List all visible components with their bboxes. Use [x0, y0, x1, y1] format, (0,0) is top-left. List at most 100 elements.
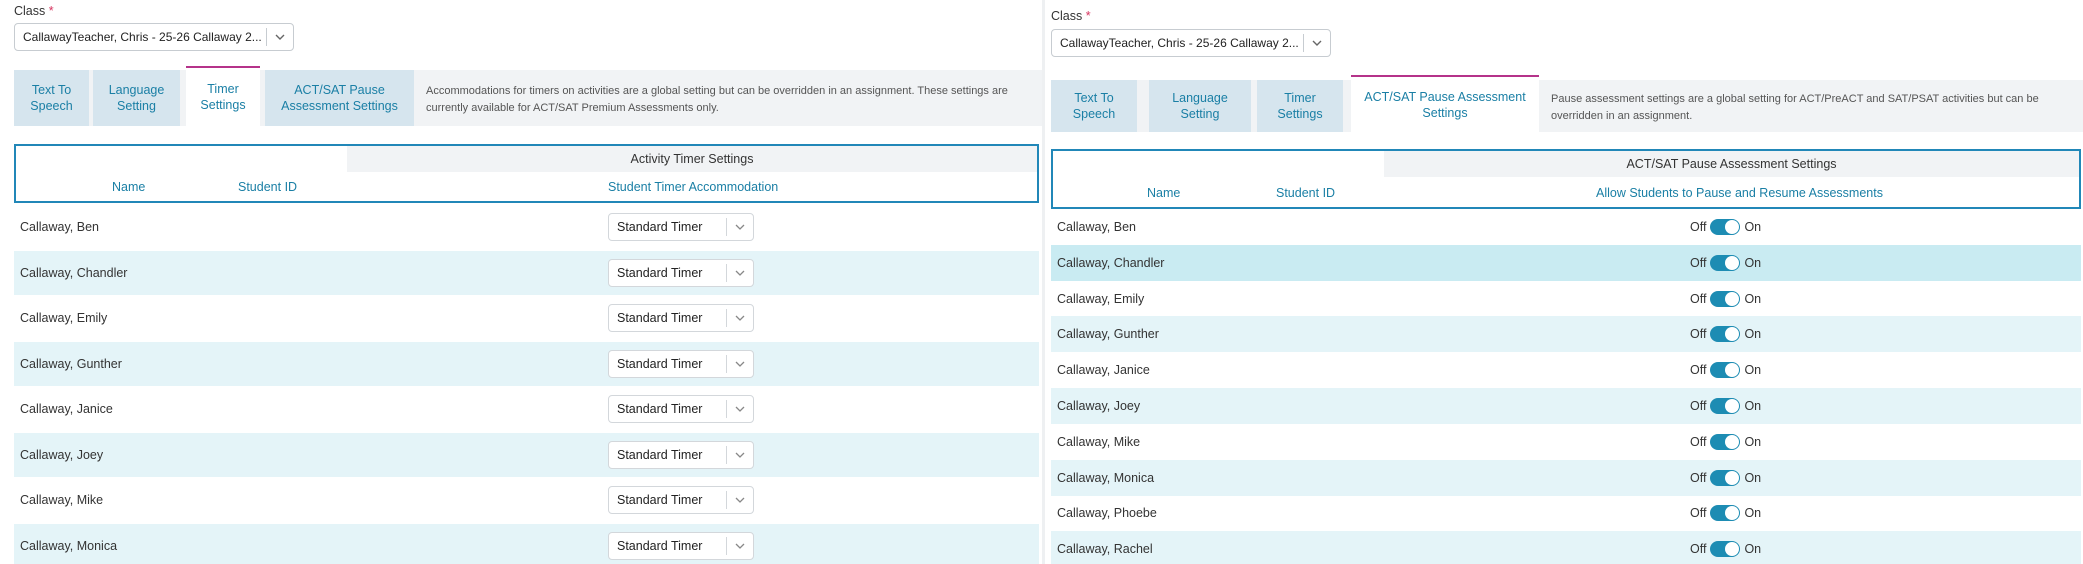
pause-resume-toggle[interactable]	[1710, 326, 1741, 343]
student-name: Callaway, Phoebe	[1057, 506, 1157, 521]
tab-text-to-speech[interactable]: Text To Speech	[14, 70, 89, 126]
tab-language-setting[interactable]: Language Setting	[1149, 80, 1251, 132]
timer-accommodation-select[interactable]: Standard Timer	[608, 395, 754, 423]
chevron-down-icon[interactable]	[727, 497, 753, 503]
student-name: Callaway, Joey	[20, 447, 104, 462]
pause-toggle-group: Off On	[1690, 290, 1761, 307]
on-label: On	[1744, 255, 1762, 270]
timer-select-value: Standard Timer	[617, 447, 703, 462]
group-header: ACT/SAT Pause Assessment Settings	[1384, 151, 2079, 177]
tab-act-sat-pause[interactable]: ACT/SAT Pause Assessment Settings	[1351, 75, 1539, 132]
table-row: Callaway, Mike Standard Timer	[14, 478, 1039, 522]
student-name: Callaway, Mike	[1057, 434, 1141, 449]
on-label: On	[1744, 363, 1762, 378]
chevron-down-icon[interactable]	[727, 452, 753, 458]
column-header-name[interactable]: Name	[112, 180, 145, 194]
pause-toggle-group: Off On	[1690, 398, 1761, 414]
pause-toggle-group: Off On	[1690, 469, 1762, 486]
table-row: Callaway, Monica Standard Timer	[14, 523, 1039, 564]
column-header-pause: Allow Students to Pause and Resume Asses…	[1596, 186, 1883, 200]
column-header-student-id[interactable]: Student ID	[238, 180, 297, 194]
table-row: Callaway, Janice Standard Timer	[14, 387, 1039, 431]
pause-toggle-group: Off On	[1690, 219, 1761, 235]
chevron-down-icon[interactable]	[1304, 40, 1330, 46]
timer-settings-panel: Class * CallawayTeacher, Chris - 25-26 C…	[0, 0, 1042, 564]
toggle-knob	[1725, 220, 1740, 234]
chevron-down-icon[interactable]	[727, 224, 753, 230]
pause-toggle-group: Off On	[1690, 362, 1762, 379]
pause-resume-toggle[interactable]	[1710, 505, 1741, 522]
pause-toggle-group: Off On	[1690, 541, 1762, 558]
off-label: Off	[1690, 220, 1707, 234]
settings-tabbar: Text To Speech Language Setting Timer Se…	[1051, 75, 2083, 132]
off-label: Off	[1690, 434, 1707, 449]
off-label: Off	[1690, 291, 1707, 306]
tab-language-setting[interactable]: Language Setting	[93, 70, 180, 126]
student-name: Callaway, Monica	[20, 538, 118, 553]
class-label: Class *	[1051, 9, 1091, 23]
table-row: Callaway, Emily Standard Timer	[14, 296, 1039, 340]
on-label: On	[1744, 470, 1762, 485]
pause-resume-toggle[interactable]	[1710, 433, 1741, 450]
tab-timer-settings[interactable]: Timer Settings	[1257, 80, 1343, 132]
required-mark: *	[1085, 9, 1091, 23]
student-name: Callaway, Gunther	[1057, 327, 1159, 342]
class-select-value: CallawayTeacher, Chris - 25-26 Callaway …	[23, 30, 262, 44]
pause-settings-panel: Class * CallawayTeacher, Chris - 25-26 C…	[1045, 0, 2083, 564]
class-select[interactable]: CallawayTeacher, Chris - 25-26 Callaway …	[14, 23, 294, 51]
table-row: Callaway, Chandler Standard Timer	[14, 250, 1039, 295]
pause-toggle-group: Off On	[1690, 505, 1762, 522]
timer-select-value: Standard Timer	[617, 311, 703, 325]
student-name: Callaway, Janice	[20, 402, 113, 416]
on-label: On	[1744, 542, 1762, 557]
timer-accommodation-select[interactable]: Standard Timer	[608, 440, 754, 469]
pause-resume-toggle[interactable]	[1710, 254, 1741, 271]
table-row: Callaway, Ben Off On	[1051, 209, 2081, 245]
pause-resume-toggle[interactable]	[1710, 541, 1741, 558]
student-name: Callaway, Ben	[20, 220, 99, 234]
settings-tabbar: Text To Speech Language Setting Timer Se…	[14, 66, 1042, 126]
timer-accommodation-select[interactable]: Standard Timer	[608, 213, 754, 241]
toggle-knob	[1725, 399, 1740, 413]
tab-act-sat-pause[interactable]: ACT/SAT Pause Assessment Settings	[265, 70, 414, 126]
timer-accommodation-select[interactable]: Standard Timer	[608, 304, 754, 332]
timer-accommodation-select[interactable]: Standard Timer	[608, 486, 754, 514]
chevron-down-icon[interactable]	[727, 270, 753, 276]
chevron-down-icon[interactable]	[727, 361, 753, 367]
toggle-knob	[1725, 470, 1740, 485]
pause-toggle-group: Off On	[1690, 326, 1761, 343]
pause-toggle-group: Off On	[1690, 433, 1761, 450]
table-header: ACT/SAT Pause Assessment Settings Name S…	[1051, 149, 2081, 209]
pause-resume-toggle[interactable]	[1710, 469, 1741, 486]
student-name: Callaway, Monica	[1057, 470, 1155, 485]
pause-resume-toggle[interactable]	[1710, 398, 1741, 414]
student-name: Callaway, Janice	[1057, 363, 1150, 378]
class-select[interactable]: CallawayTeacher, Chris - 25-26 Callaway …	[1051, 29, 1331, 57]
toggle-knob	[1725, 327, 1740, 342]
timer-accommodation-select[interactable]: Standard Timer	[608, 349, 754, 378]
off-label: Off	[1690, 363, 1707, 378]
table-row: Callaway, Rachel Off On	[1051, 531, 2081, 564]
pause-resume-toggle[interactable]	[1710, 290, 1741, 307]
pause-resume-toggle[interactable]	[1710, 362, 1741, 379]
off-label: Off	[1690, 255, 1707, 270]
pause-resume-toggle[interactable]	[1710, 219, 1741, 235]
column-header-student-id[interactable]: Student ID	[1276, 186, 1335, 200]
chevron-down-icon[interactable]	[727, 406, 753, 412]
table-row: Callaway, Joey Off On	[1051, 388, 2081, 424]
tab-timer-settings[interactable]: Timer Settings	[186, 66, 260, 126]
pause-toggle-group: Off On	[1690, 254, 1762, 271]
table-row: Callaway, Mike Off On	[1051, 424, 2081, 460]
chevron-down-icon[interactable]	[727, 543, 753, 549]
chevron-down-icon[interactable]	[267, 34, 293, 40]
timer-accommodation-select[interactable]: Standard Timer	[608, 258, 754, 287]
toggle-knob	[1725, 291, 1740, 306]
column-header-name[interactable]: Name	[1147, 186, 1180, 200]
tab-text-to-speech[interactable]: Text To Speech	[1051, 80, 1137, 132]
chevron-down-icon[interactable]	[727, 315, 753, 321]
on-label: On	[1744, 506, 1762, 521]
toggle-knob	[1725, 506, 1740, 521]
timer-accommodation-select[interactable]: Standard Timer	[608, 531, 754, 560]
student-name: Callaway, Chandler	[20, 265, 128, 280]
timer-select-value: Standard Timer	[617, 220, 703, 234]
